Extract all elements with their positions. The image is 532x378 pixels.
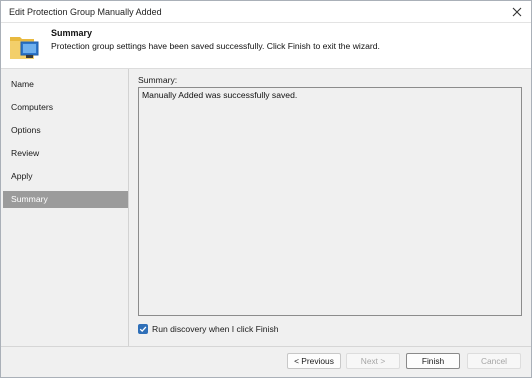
nav-item-computers[interactable]: Computers [3,99,128,116]
run-discovery-row: Run discovery when I click Finish [138,323,279,335]
folder-computer-icon [8,29,42,63]
summary-label: Summary: [138,75,178,85]
button-bar: < Previous Next > Finish Cancel [1,346,531,377]
nav-item-summary[interactable]: Summary [3,191,128,208]
next-button[interactable]: Next > [346,353,400,369]
run-discovery-checkbox[interactable] [138,324,148,334]
wizard-header: Summary Protection group settings have b… [1,23,531,69]
nav-item-name[interactable]: Name [3,76,128,93]
nav-item-options[interactable]: Options [3,122,128,139]
page-title: Summary [51,28,93,38]
summary-text: Manually Added was successfully saved. [142,90,298,100]
finish-button[interactable]: Finish [406,353,460,369]
title-bar: Edit Protection Group Manually Added [1,1,531,23]
summary-panel: Summary: Manually Added was successfully… [138,69,531,346]
wizard-body: Name Computers Options Review Apply Summ… [1,69,531,346]
wizard-window: Edit Protection Group Manually Added Sum… [0,0,532,378]
run-discovery-label: Run discovery when I click Finish [152,324,279,334]
close-icon[interactable] [509,4,525,20]
window-title: Edit Protection Group Manually Added [9,7,162,17]
nav-item-apply[interactable]: Apply [3,168,128,185]
previous-button[interactable]: < Previous [287,353,341,369]
summary-textbox[interactable]: Manually Added was successfully saved. [138,87,522,316]
cancel-button[interactable]: Cancel [467,353,521,369]
checkmark-icon [139,326,147,333]
page-description: Protection group settings have been save… [51,41,380,51]
step-navigation: Name Computers Options Review Apply Summ… [1,69,129,346]
nav-item-review[interactable]: Review [3,145,128,162]
